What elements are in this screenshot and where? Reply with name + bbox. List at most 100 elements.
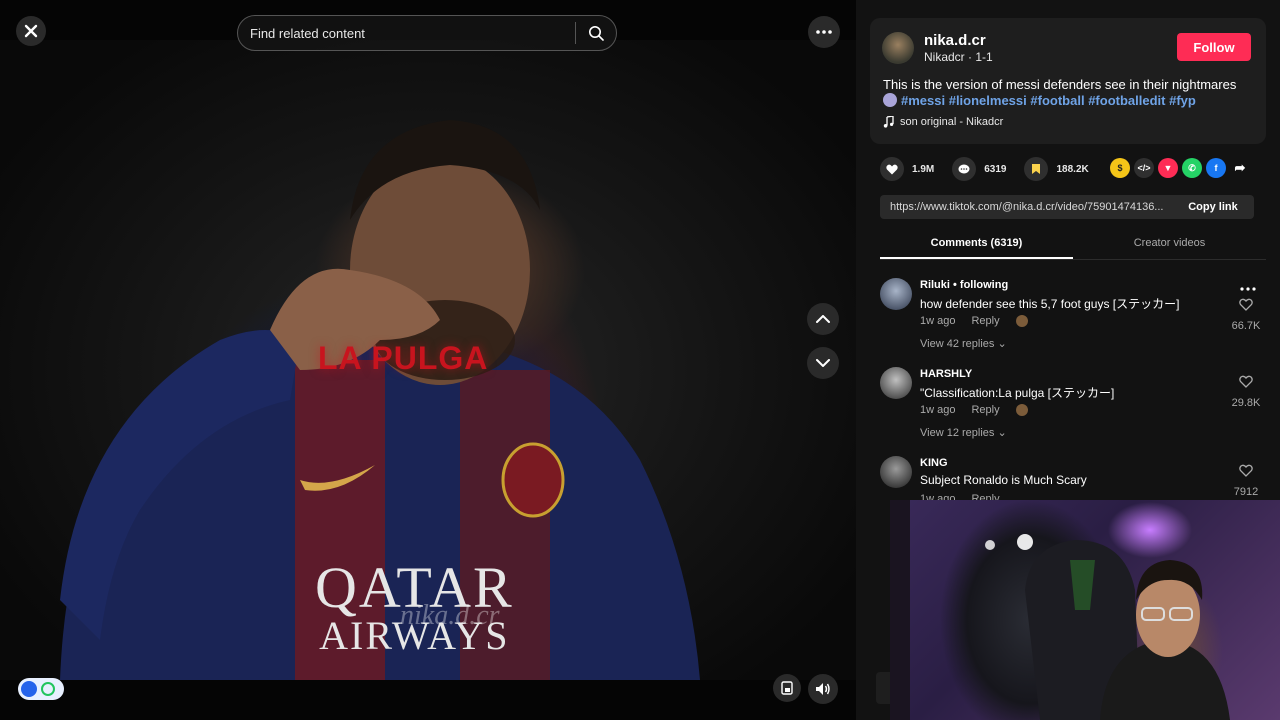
author-avatar[interactable]	[882, 32, 914, 64]
comment-like-count: 29.8K	[1231, 397, 1261, 409]
extension-icon	[21, 681, 37, 697]
comment-avatar[interactable]	[880, 367, 912, 399]
search-bar	[237, 15, 617, 51]
video-caption-overlay: LA PULGA	[318, 340, 489, 376]
comment-icon	[952, 157, 977, 181]
search-icon	[589, 26, 604, 41]
video-more-button[interactable]	[808, 16, 840, 48]
music-note-icon	[883, 116, 894, 128]
close-icon	[24, 24, 38, 38]
tab-creator-videos[interactable]: Creator videos	[1073, 232, 1266, 259]
comment-meta: 1w ago Reply	[920, 315, 1028, 327]
comment-text: "Classification:La pulga [ステッカー]	[920, 386, 1115, 400]
comment-more-button[interactable]	[1240, 278, 1256, 296]
music-row[interactable]: son original - Nikadcr	[883, 116, 1003, 128]
engagement-row: 1.9M 6319 188.2K $ </> ▼ ✆ f ➦	[880, 157, 1260, 181]
comment-username[interactable]: Riluki • following	[920, 279, 1008, 291]
panel-tabs: Comments (6319) Creator videos	[880, 232, 1266, 260]
comment-item: Riluki • following how defender see this…	[880, 276, 1266, 365]
comment-avatar[interactable]	[880, 456, 912, 488]
video-top-bar	[0, 0, 856, 60]
creator-liked-icon	[1015, 315, 1028, 327]
hashtag-link[interactable]: #footballedit	[1088, 93, 1165, 108]
chevron-up-icon	[816, 315, 830, 323]
facebook-icon[interactable]: f	[1206, 158, 1226, 178]
share-arrow-icon[interactable]: ➦	[1230, 158, 1250, 178]
more-horizontal-icon	[1240, 287, 1256, 291]
next-video-button[interactable]	[807, 347, 839, 379]
comment-like-button[interactable]: 29.8K	[1226, 375, 1266, 409]
copy-link-button[interactable]: Copy link	[1172, 201, 1254, 213]
reply-button[interactable]: Reply	[971, 404, 999, 416]
close-button[interactable]	[16, 16, 46, 46]
heart-outline-icon	[1239, 298, 1253, 311]
comment-count: 6319	[984, 163, 1007, 175]
hashtag-link[interactable]: #football	[1030, 93, 1084, 108]
search-button[interactable]	[576, 16, 616, 50]
heart-outline-icon	[1239, 464, 1253, 477]
video-pane: LA PULGA QATAR AIRWAYS nika.d.cr	[0, 0, 856, 720]
chevron-down-icon	[816, 359, 830, 367]
share-link-text[interactable]: https://www.tiktok.com/@nika.d.cr/video/…	[880, 201, 1172, 213]
like-button[interactable]: 1.9M	[880, 157, 934, 181]
comment-button[interactable]: 6319	[952, 157, 1006, 181]
comment-time: 1w ago	[920, 404, 956, 416]
tab-comments[interactable]: Comments (6319)	[880, 232, 1073, 259]
comment-like-button[interactable]: 7912	[1226, 464, 1266, 498]
picture-in-picture-button[interactable]	[773, 674, 801, 702]
author-subtitle: Nikadcr · 1-1	[924, 50, 993, 64]
follow-button[interactable]: Follow	[1177, 33, 1251, 61]
comment-like-count: 66.7K	[1231, 320, 1261, 332]
emoji-icon	[883, 93, 897, 107]
video-player[interactable]: LA PULGA QATAR AIRWAYS nika.d.cr	[0, 40, 856, 680]
video-description: This is the version of messi defenders s…	[883, 77, 1253, 109]
comment-text: how defender see this 5,7 foot guys [ステッ…	[920, 297, 1180, 311]
bookmark-icon	[1024, 157, 1049, 181]
comment-like-count: 7912	[1233, 486, 1259, 498]
share-link-box: https://www.tiktok.com/@nika.d.cr/video/…	[880, 195, 1254, 219]
comment-like-button[interactable]: 66.7K	[1226, 298, 1266, 332]
description-text: This is the version of messi defenders s…	[883, 77, 1237, 92]
comment-text: Subject Ronaldo is Much Scary	[920, 473, 1087, 487]
view-replies-label: View 42 replies	[920, 338, 995, 350]
extension-toggle[interactable]	[18, 678, 64, 700]
coin-icon[interactable]: $	[1110, 158, 1130, 178]
comment-item: HARSHLY "Classification:La pulga [ステッカー]…	[880, 365, 1266, 454]
save-button[interactable]: 188.2K	[1024, 157, 1089, 181]
comment-avatar[interactable]	[880, 278, 912, 310]
whatsapp-icon[interactable]: ✆	[1182, 158, 1202, 178]
heart-icon	[880, 157, 904, 181]
author-username[interactable]: nika.d.cr	[924, 32, 986, 49]
hashtag-link[interactable]: #lionelmessi	[949, 93, 1027, 108]
video-info-card: nika.d.cr Nikadcr · 1-1 Follow This is t…	[870, 18, 1266, 144]
more-horizontal-icon	[816, 30, 832, 34]
music-title: son original - Nikadcr	[900, 116, 1004, 128]
previous-video-button[interactable]	[807, 303, 839, 335]
comment-meta: 1w ago Reply	[920, 404, 1028, 416]
send-icon[interactable]: ▼	[1158, 158, 1178, 178]
view-replies-label: View 12 replies	[920, 427, 995, 439]
share-icons: $ </> ▼ ✆ f ➦	[1110, 158, 1250, 178]
reply-button[interactable]: Reply	[971, 315, 999, 327]
pip-icon	[781, 681, 793, 695]
view-replies-button[interactable]: View 12 replies ⌄	[920, 426, 1007, 439]
volume-button[interactable]	[808, 674, 838, 704]
search-input[interactable]	[238, 16, 575, 50]
embed-icon[interactable]: </>	[1134, 158, 1154, 178]
comment-time: 1w ago	[920, 315, 956, 327]
heart-outline-icon	[1239, 375, 1253, 388]
video-watermark: nika.d.cr	[400, 600, 500, 631]
save-count: 188.2K	[1056, 163, 1089, 175]
webcam-scene	[890, 500, 1230, 720]
comment-username[interactable]: KING	[920, 457, 948, 469]
view-replies-button[interactable]: View 42 replies ⌄	[920, 337, 1007, 350]
app-root: LA PULGA QATAR AIRWAYS nika.d.cr Find re…	[0, 0, 1280, 720]
streamer-webcam-overlay	[890, 500, 1280, 720]
hashtag-link[interactable]: #messi	[901, 93, 945, 108]
comment-username[interactable]: HARSHLY	[920, 368, 972, 380]
like-count: 1.9M	[912, 163, 935, 175]
volume-icon	[816, 683, 830, 695]
power-icon	[41, 682, 55, 696]
hashtag-link[interactable]: #fyp	[1169, 93, 1196, 108]
creator-liked-icon	[1015, 404, 1028, 416]
